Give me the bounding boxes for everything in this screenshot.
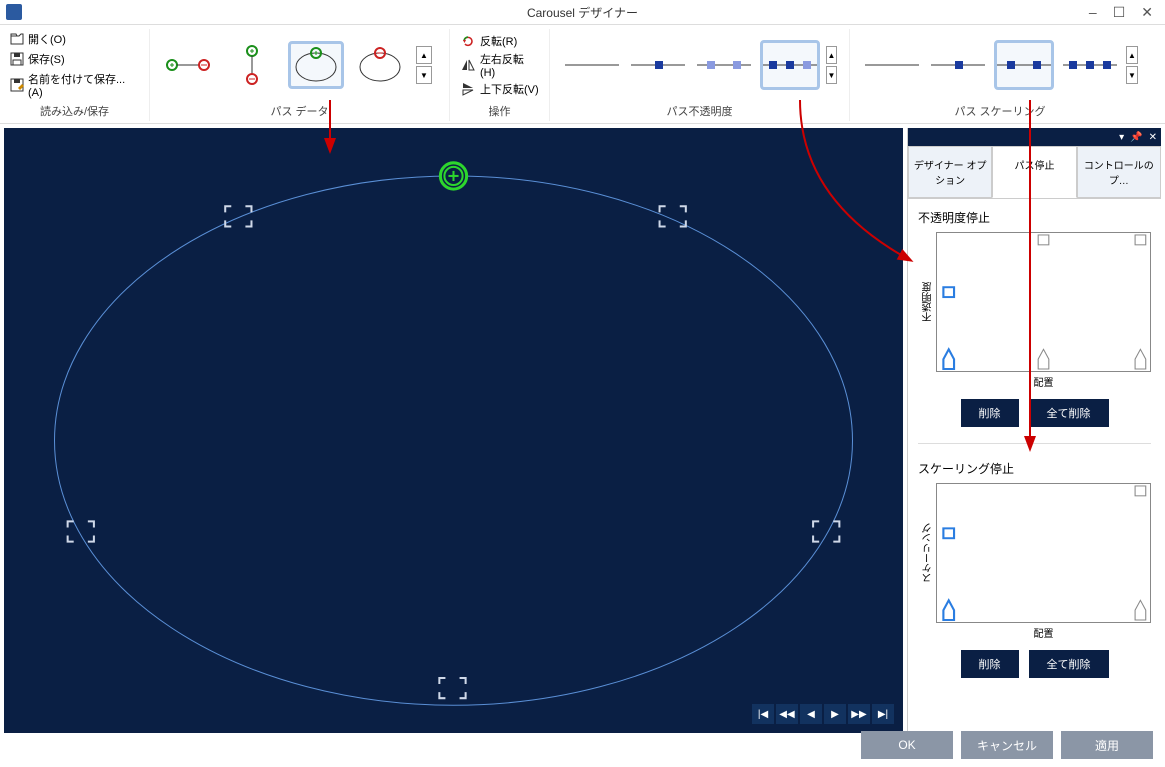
flip-h-icon [460,58,476,72]
path-ellipse-minus-button[interactable] [352,41,408,89]
panel-close-icon[interactable]: ✕ [1149,132,1157,143]
scaling-group-label: パス スケーリング [856,101,1144,121]
save-as-button[interactable]: 名前を付けて保存...(A) [10,71,139,99]
scaling-y-label: スケーリング [921,523,936,583]
path-vertical-button[interactable] [224,41,280,89]
scaling-delete-button[interactable]: 削除 [961,650,1019,678]
save-button[interactable]: 保存(S) [10,51,139,67]
opacity-preset-2[interactable] [628,40,688,90]
opacity-stop-section: 不透明度停止 不透明度 配置 削除 全て削除 [908,199,1161,437]
first-button[interactable]: |◀ [751,703,775,725]
scaling-delete-all-button[interactable]: 全て削除 [1029,650,1109,678]
tab-designer-options[interactable]: デザイナー オプション [908,146,992,198]
scaling-preset-3[interactable] [994,40,1054,90]
spin-up-button[interactable]: ▲ [416,46,432,64]
rotate-button[interactable]: 反転(R) [460,33,539,49]
path-data-spinner[interactable]: ▲ ▼ [416,46,432,84]
spin-down-button[interactable]: ▼ [826,66,837,84]
opacity-stop-chart[interactable]: 不透明度 [936,232,1151,372]
save-as-icon [10,78,24,92]
path-line-button[interactable] [160,41,216,89]
playback-controls: |◀ ◀◀ ◀ ▶ ▶▶ ▶| [751,703,895,725]
ribbon: 開く(O) 保存(S) 名前を付けて保存...(A) 読み込み/保存 [0,24,1165,124]
side-panel: ▾ 📌 ✕ デザイナー オプション パス停止 コントロールのプ… 不透明度停止 … [907,128,1161,737]
maximize-button[interactable]: ☐ [1113,4,1126,21]
window-title: Carousel デザイナー [527,4,638,21]
scaling-preset-2[interactable] [928,40,988,90]
flip-v-label: 上下反転(V) [480,81,539,97]
flip-v-icon [460,82,476,96]
operations-group-label: 操作 [456,101,543,121]
scaling-stop-chart[interactable]: スケーリング [936,483,1151,623]
forward-button[interactable]: ▶▶ [847,703,871,725]
opacity-delete-button[interactable]: 削除 [961,399,1019,427]
flip-horizontal-button[interactable]: 左右反転(H) [460,51,539,79]
open-label: 開く(O) [28,31,66,47]
titlebar: Carousel デザイナー – ☐ ✕ [0,0,1165,24]
tab-path-stop[interactable]: パス停止 [992,146,1076,198]
save-label: 保存(S) [28,51,65,67]
minimize-button[interactable]: – [1089,4,1097,21]
rotate-icon [460,34,476,48]
file-group-label: 読み込み/保存 [6,101,143,121]
save-as-label: 名前を付けて保存...(A) [28,71,139,99]
rewind-button[interactable]: ◀◀ [775,703,799,725]
opacity-preset-1[interactable] [562,40,622,90]
save-icon [10,52,24,66]
ok-button[interactable]: OK [861,731,953,759]
opacity-y-label: 不透明度 [921,282,936,322]
pin-icon[interactable]: 📌 [1130,132,1142,143]
flip-vertical-button[interactable]: 上下反転(V) [460,81,539,97]
opacity-preset-3[interactable] [694,40,754,90]
opacity-x-label: 配置 [936,374,1151,389]
opacity-preset-4[interactable] [760,40,820,90]
app-icon [6,4,22,20]
rotate-label: 反転(R) [480,33,517,49]
prev-button[interactable]: ◀ [799,703,823,725]
close-button[interactable]: ✕ [1141,4,1153,21]
spin-up-button[interactable]: ▲ [826,46,837,64]
scaling-x-label: 配置 [936,625,1151,640]
scaling-stop-title: スケーリング停止 [918,460,1151,477]
opacity-stop-title: 不透明度停止 [918,209,1151,226]
cancel-button[interactable]: キャンセル [961,731,1053,759]
scaling-preset-1[interactable] [862,40,922,90]
last-button[interactable]: ▶| [871,703,895,725]
spin-down-button[interactable]: ▼ [1126,66,1138,84]
spin-down-button[interactable]: ▼ [416,66,432,84]
opacity-delete-all-button[interactable]: 全て削除 [1029,399,1109,427]
opacity-spinner[interactable]: ▲ ▼ [826,46,837,84]
flip-h-label: 左右反転(H) [480,51,539,79]
side-panel-header: ▾ 📌 ✕ [908,128,1161,146]
spin-up-button[interactable]: ▲ [1126,46,1138,64]
next-button[interactable]: ▶ [823,703,847,725]
dialog-buttons: OK キャンセル 適用 [861,731,1153,759]
scaling-spinner[interactable]: ▲ ▼ [1126,46,1138,84]
scaling-stop-section: スケーリング停止 スケーリング 配置 削除 全て削除 [908,450,1161,688]
open-button[interactable]: 開く(O) [10,31,139,47]
dropdown-icon[interactable]: ▾ [1119,132,1124,143]
path-data-group-label: パス データ [156,101,443,121]
opacity-group-label: パス不透明度 [556,101,843,121]
tab-control-properties[interactable]: コントロールのプ… [1077,146,1161,198]
open-icon [10,32,24,46]
scaling-preset-4[interactable] [1060,40,1120,90]
separator [918,443,1151,444]
design-canvas[interactable]: |◀ ◀◀ ◀ ▶ ▶▶ ▶| [4,128,903,733]
path-ellipse-plus-button[interactable] [288,41,344,89]
apply-button[interactable]: 適用 [1061,731,1153,759]
